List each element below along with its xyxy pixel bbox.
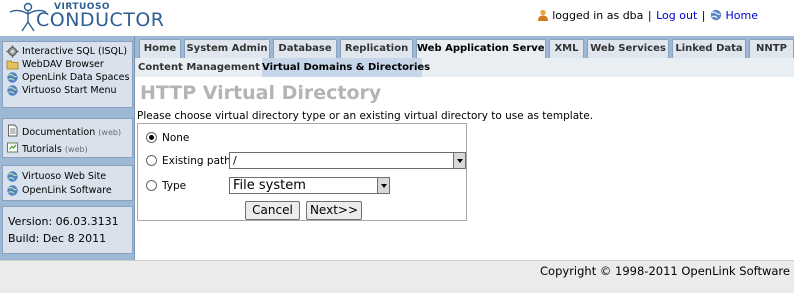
virtuoso-conductor-logo[interactable]: VIRTUOSO CONDUCTOR [2,0,172,36]
logout-link[interactable]: Log out [656,9,697,22]
page-title: HTTP Virtual Directory [140,82,382,104]
sidebar-item-label: Virtuoso Start Menu [22,85,117,96]
sub-tabs: Content Management Virtual Domains & Dir… [135,58,794,77]
sidebar-item-documentation[interactable]: Documentation (web) [3,124,132,141]
cancel-button[interactable]: Cancel [245,201,300,220]
sidebar-item-openlink-site[interactable]: OpenLink Software [3,184,132,198]
sidebar-item-webdav[interactable]: WebDAV Browser [3,58,132,71]
sidebar-item-label: OpenLink Data Spaces [22,72,130,83]
build-text: Build: Dec 8 2011 [8,232,107,245]
existing-path-select[interactable]: / [229,152,465,169]
logged-in-status: logged in as dba [552,9,644,22]
sidebar-item-label: Virtuoso Web Site [22,171,107,182]
tab-home[interactable]: Home [139,39,181,58]
globe-icon [7,85,18,96]
chevron-down-icon[interactable] [453,152,466,169]
tutorial-icon [7,142,18,153]
user-bar: logged in as dba | Log out | Home [537,9,758,22]
sidebar-item-label: Interactive SQL (ISQL) [22,46,128,57]
next-button[interactable]: Next>> [306,201,362,220]
tab-system-admin[interactable]: System Admin [184,39,270,58]
instruction-text: Please choose virtual directory type or … [137,110,594,122]
sidebar-item-ods[interactable]: OpenLink Data Spaces [3,71,132,84]
sidebar-item-start-menu[interactable]: Virtuoso Start Menu [3,84,132,97]
tab-replication[interactable]: Replication [340,39,413,58]
sidebar-item-tutorials[interactable]: Tutorials (web) [3,141,132,158]
sidebar-sites-box: Virtuoso Web Site OpenLink Software [2,165,133,201]
separator: | [647,9,652,22]
tab-web-services[interactable]: Web Services [587,39,669,58]
radio-type-label: Type [162,180,187,192]
header: VIRTUOSO CONDUCTOR logged in as dba | Lo… [0,0,794,36]
sql-gear-icon [6,45,19,58]
radio-none-label: None [162,132,190,144]
tab-web-application-server[interactable]: Web Application Server [416,39,546,58]
user-icon [537,9,548,21]
subtab-virtual-domains[interactable]: Virtual Domains & Directories [262,58,430,77]
radio-type[interactable] [146,180,157,191]
type-select[interactable]: File system [229,177,389,194]
sidebar-item-label: WebDAV Browser [22,59,104,70]
main-tabs: Home System Admin Database Replication W… [135,36,794,58]
copyright-text: Copyright © 1998-2011 OpenLink Software [540,264,790,278]
version-text: Version: 06.03.3131 [8,215,119,228]
sidebar-item-label: OpenLink Software [22,185,112,196]
sidebar-item-isql[interactable]: Interactive SQL (ISQL) [3,45,132,58]
chevron-down-icon[interactable] [377,177,390,194]
template-choice-form: None Existing path / Type File system Ca… [137,123,467,221]
separator: | [701,9,706,22]
home-globe-icon [710,9,722,21]
sidebar-tools-box: Interactive SQL (ISQL) WebDAV Browser Op… [2,41,133,108]
main-content: HTTP Virtual Directory Please choose vir… [135,77,794,260]
sidebar: Interactive SQL (ISQL) WebDAV Browser Op… [0,36,135,260]
tab-nntp[interactable]: NNTP [749,39,794,58]
sidebar-item-virtuoso-site[interactable]: Virtuoso Web Site [3,170,132,184]
radio-none[interactable] [146,132,157,143]
web-tag: (web) [64,145,88,154]
web-tag: (web) [98,128,122,137]
sidebar-docs-box: Documentation (web) Tutorials (web) [2,118,133,158]
sidebar-item-label: Documentation [22,127,96,138]
tab-database[interactable]: Database [273,39,337,58]
globe-icon [7,72,18,83]
tab-linked-data[interactable]: Linked Data [672,39,746,58]
home-link[interactable]: Home [726,9,758,22]
document-icon [8,124,18,137]
logo-line2: CONDUCTOR [36,9,165,31]
radio-existing-path[interactable] [146,155,157,166]
version-info-box: Version: 06.03.3131 Build: Dec 8 2011 [2,206,133,254]
tab-xml[interactable]: XML [549,39,584,58]
sidebar-item-label: Tutorials [22,144,62,155]
radio-existing-path-label: Existing path [162,155,231,167]
globe-icon [7,171,18,182]
folder-icon [6,60,19,70]
globe-icon [7,185,18,196]
subtab-content-management[interactable]: Content Management [137,58,261,77]
footer: Copyright © 1998-2011 OpenLink Software [0,261,794,293]
